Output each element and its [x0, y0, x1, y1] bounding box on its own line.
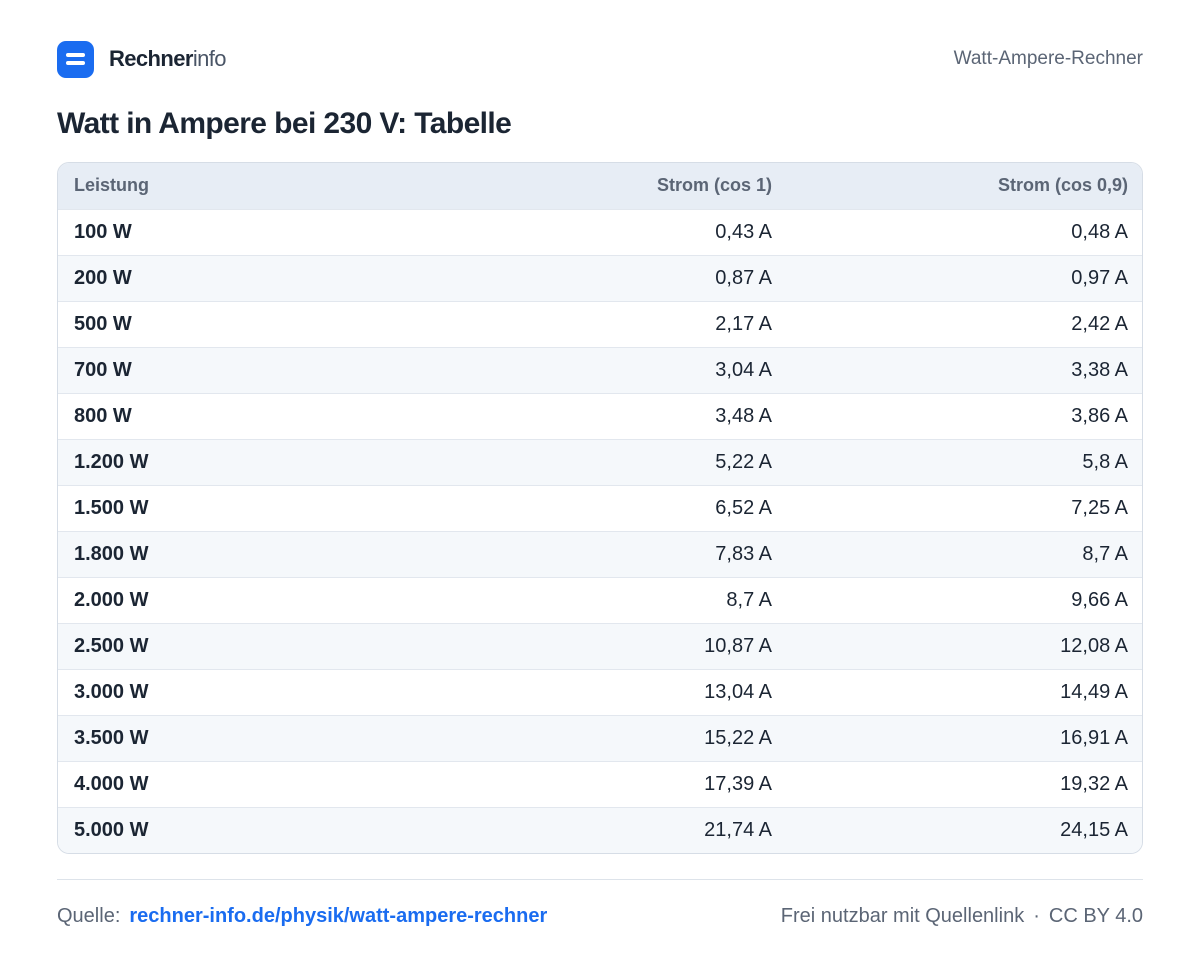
leistung-cell: 2.500 W — [74, 634, 149, 657]
strom-cos-1-cell: 0,43 A — [715, 220, 772, 243]
strom-cos-09-cell: 24,15 A — [1060, 818, 1128, 841]
source-label: Quelle: — [57, 905, 121, 927]
strom-cos-1-cell: 6,52 A — [715, 496, 772, 519]
table-row: 3.500 W 15,22 A 16,91 A — [58, 715, 1142, 761]
table-row: 1.800 W 7,83 A 8,7 A — [58, 531, 1142, 577]
table-row: 500 W 2,17 A 2,42 A — [58, 301, 1142, 347]
leistung-cell: 700 W — [74, 358, 132, 381]
leistung-cell: 100 W — [74, 220, 132, 243]
page-label: Watt-Ampere-Rechner — [953, 48, 1143, 69]
leistung-cell: 1.800 W — [74, 542, 149, 565]
conversion-table: Leistung Strom (cos 1) Strom (cos 0,9) 1… — [57, 162, 1143, 854]
footer: Quelle: rechner-info.de/physik/watt-amper… — [57, 905, 1143, 928]
strom-cos-1-cell: 15,22 A — [704, 726, 772, 749]
footer-divider — [57, 879, 1143, 880]
brand-name-strong: Rechner — [109, 46, 193, 71]
strom-cos-09-cell: 0,97 A — [1071, 266, 1128, 289]
leistung-cell: 500 W — [74, 312, 132, 335]
column-header-leistung: Leistung — [74, 175, 149, 196]
leistung-cell: 200 W — [74, 266, 132, 289]
page: Rechnerinfo Watt-Ampere-Rechner Watt in … — [57, 40, 1143, 928]
table-row: 100 W 0,43 A 0,48 A — [58, 209, 1142, 255]
brand-wordmark: Rechnerinfo — [109, 46, 227, 72]
leistung-cell: 5.000 W — [74, 818, 149, 841]
table-row: 200 W 0,87 A 0,97 A — [58, 255, 1142, 301]
strom-cos-09-cell: 9,66 A — [1071, 588, 1128, 611]
license-note: Frei nutzbar mit Quellenlink — [780, 905, 1025, 927]
table-row: 700 W 3,04 A 3,38 A — [58, 347, 1142, 393]
license-separator: · — [1033, 905, 1040, 927]
strom-cos-09-cell: 2,42 A — [1071, 312, 1128, 335]
strom-cos-1-cell: 5,22 A — [715, 450, 772, 473]
table-row: 4.000 W 17,39 A 19,32 A — [58, 761, 1142, 807]
logo-bar-top — [66, 53, 85, 57]
strom-cos-09-cell: 3,86 A — [1071, 404, 1128, 427]
license-info: Frei nutzbar mit Quellenlink · CC BY 4.0 — [781, 905, 1143, 928]
strom-cos-1-cell: 0,87 A — [715, 266, 772, 289]
strom-cos-1-cell: 3,04 A — [715, 358, 772, 381]
leistung-cell: 4.000 W — [74, 772, 149, 795]
strom-cos-09-cell: 8,7 A — [1082, 542, 1128, 565]
table-row: 2.500 W 10,87 A 12,08 A — [58, 623, 1142, 669]
header: Rechnerinfo Watt-Ampere-Rechner — [57, 40, 1143, 78]
table-row: 1.200 W 5,22 A 5,8 A — [58, 439, 1142, 485]
logo-bar-bottom — [66, 61, 85, 65]
page-title: Watt in Ampere bei 230 V: Tabelle — [57, 107, 512, 140]
leistung-cell: 800 W — [74, 404, 132, 427]
table-body: 100 W 0,43 A 0,48 A 200 W 0,87 A 0,97 A 500 W 2… — [58, 209, 1142, 853]
brand-name-light: info — [192, 46, 227, 71]
strom-cos-1-cell: 8,7 A — [726, 588, 772, 611]
leistung-cell: 3.500 W — [74, 726, 149, 749]
strom-cos-09-cell: 5,8 A — [1082, 450, 1128, 473]
strom-cos-09-cell: 0,48 A — [1071, 220, 1128, 243]
table-header-row: Leistung Strom (cos 1) Strom (cos 0,9) — [58, 163, 1142, 209]
strom-cos-09-cell: 12,08 A — [1060, 634, 1128, 657]
source-link[interactable]: rechner-info.de/physik/watt-ampere-rechn… — [129, 905, 547, 927]
source-info: Quelle: rechner-info.de/physik/watt-amper… — [57, 905, 547, 928]
strom-cos-1-cell: 7,83 A — [715, 542, 772, 565]
strom-cos-09-cell: 7,25 A — [1071, 496, 1128, 519]
leistung-cell: 2.000 W — [74, 588, 149, 611]
brand-logo[interactable]: Rechnerinfo — [57, 40, 227, 78]
leistung-cell: 3.000 W — [74, 680, 149, 703]
table-row: 800 W 3,48 A 3,86 A — [58, 393, 1142, 439]
table-row: 5.000 W 21,74 A 24,15 A — [58, 807, 1142, 853]
column-header-strom-cos-1: Strom (cos 1) — [656, 175, 772, 196]
table-row: 1.500 W 6,52 A 7,25 A — [58, 485, 1142, 531]
license-text: CC BY 4.0 — [1048, 905, 1143, 927]
table-row: 2.000 W 8,7 A 9,66 A — [58, 577, 1142, 623]
strom-cos-09-cell: 19,32 A — [1060, 772, 1128, 795]
strom-cos-1-cell: 10,87 A — [704, 634, 772, 657]
table-row: 3.000 W 13,04 A 14,49 A — [58, 669, 1142, 715]
strom-cos-1-cell: 17,39 A — [704, 772, 772, 795]
strom-cos-09-cell: 14,49 A — [1060, 680, 1128, 703]
leistung-cell: 1.500 W — [74, 496, 149, 519]
strom-cos-09-cell: 16,91 A — [1060, 726, 1128, 749]
strom-cos-09-cell: 3,38 A — [1071, 358, 1128, 381]
strom-cos-1-cell: 3,48 A — [715, 404, 772, 427]
strom-cos-1-cell: 2,17 A — [715, 312, 772, 335]
leistung-cell: 1.200 W — [74, 450, 149, 473]
column-header-strom-cos-09: Strom (cos 0,9) — [997, 175, 1128, 196]
rechner-logo-icon — [57, 40, 94, 78]
strom-cos-1-cell: 13,04 A — [704, 680, 772, 703]
strom-cos-1-cell: 21,74 A — [704, 818, 772, 841]
